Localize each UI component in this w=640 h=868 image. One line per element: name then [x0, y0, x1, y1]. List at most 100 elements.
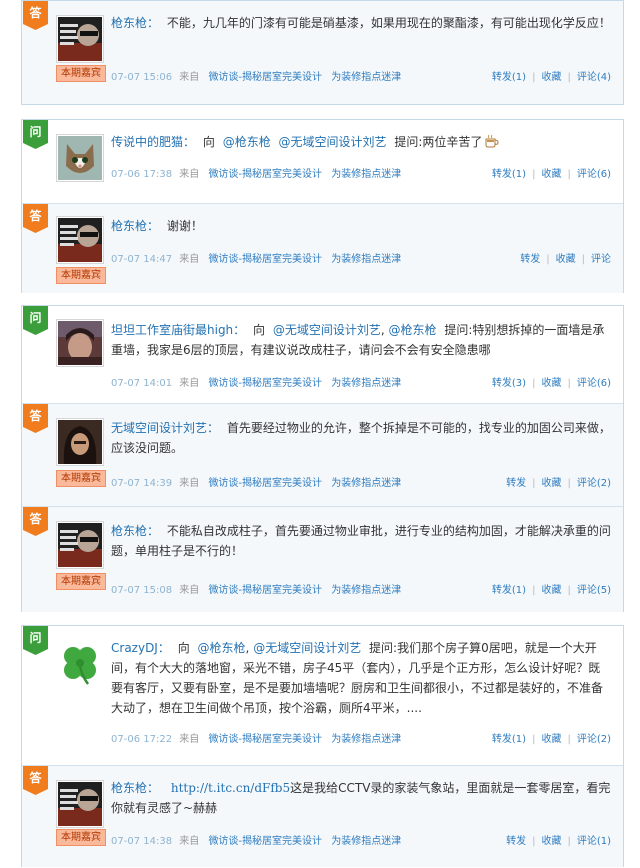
post-text: 谢谢！ [166, 219, 203, 233]
source-link-interview[interactable]: 微访谈-揭秘居室完美设计 [208, 836, 322, 847]
source-link-tips[interactable]: 为装修指点迷津 [331, 836, 401, 847]
comment-link[interactable]: 评论(4) [577, 72, 611, 83]
thread-3: 问 坦坦工作室庙街最high： 向 @无域空间设计刘艺, @枪东枪 提问:特别想… [21, 305, 624, 612]
avatar-image [58, 420, 102, 464]
avatar-crazydj[interactable] [56, 640, 104, 688]
post-time[interactable]: 07-07 14:39 [111, 478, 172, 489]
avatar-qiangdongqiang[interactable] [56, 216, 104, 264]
reply-prefix: 向 [202, 135, 215, 149]
reply-prefix: 向 [253, 323, 266, 337]
post-text: 两位辛苦了 [422, 135, 483, 149]
comment-link[interactable]: 评论(1) [577, 836, 611, 847]
post-meta: 07-07 14:38 来自 微访谈-揭秘居室完美设计 为装修指点迷津 转发 | 收… [111, 832, 611, 848]
post-time[interactable]: 07-06 17:22 [111, 734, 172, 745]
favorite-link[interactable]: 收藏 [541, 169, 561, 180]
mention-link[interactable]: @枪东枪 [223, 135, 271, 149]
post-time[interactable]: 07-06 17:38 [111, 169, 172, 180]
featured-guest-tag: 本期嘉宾 [56, 573, 106, 590]
mention-link[interactable]: @枪东枪 [389, 323, 437, 337]
comment-link[interactable]: 评论(6) [577, 169, 611, 180]
favorite-link[interactable]: 收藏 [541, 72, 561, 83]
source-label: 来自 [179, 585, 200, 596]
comment-link[interactable]: 评论(2) [577, 478, 611, 489]
favorite-link[interactable]: 收藏 [541, 585, 561, 596]
short-url-link[interactable]: http://t.itc.cn/dFfb5 [171, 781, 290, 795]
post-meta: 07-07 15:06 来自 微访谈-揭秘居室完美设计 为装修指点迷津 转发(1… [111, 68, 611, 84]
forward-link[interactable]: 转发 [520, 254, 540, 265]
author-link[interactable]: 枪东枪： [111, 781, 159, 795]
avatar-tantan-studio[interactable] [56, 319, 104, 367]
avatar-image [58, 136, 102, 180]
post-meta: 07-06 17:38 来自 微访谈-揭秘居室完美设计 为装修指点迷津 转发(1… [111, 165, 611, 181]
source-link-interview[interactable]: 微访谈-揭秘居室完美设计 [208, 478, 322, 489]
comment-link[interactable]: 评论(5) [577, 585, 611, 596]
source-link-interview[interactable]: 微访谈-揭秘居室完美设计 [208, 169, 322, 180]
avatar-liuyi[interactable] [56, 418, 104, 466]
favorite-link[interactable]: 收藏 [541, 478, 561, 489]
author-link[interactable]: 枪东枪： [111, 524, 159, 538]
source-link-interview[interactable]: 微访谈-揭秘居室完美设计 [208, 734, 322, 745]
post-time[interactable]: 07-07 14:01 [111, 378, 172, 389]
mention-link[interactable]: @无域空间设计刘艺 [253, 641, 361, 655]
source-link-interview[interactable]: 微访谈-揭秘居室完美设计 [208, 585, 322, 596]
forward-link[interactable]: 转发(1) [492, 169, 526, 180]
source-link-tips[interactable]: 为装修指点迷津 [331, 734, 401, 745]
source-link-tips[interactable]: 为装修指点迷津 [331, 72, 401, 83]
source-link-tips[interactable]: 为装修指点迷津 [331, 169, 401, 180]
avatar-qiangdongqiang[interactable] [56, 521, 104, 569]
answer-badge: 答 [23, 1, 48, 30]
answer-entry: 答 本期嘉宾 枪东枪： 谢谢！ 07-07 14:47 来自 微访谈-揭秘居室完… [22, 203, 623, 293]
author-link[interactable]: 枪东枪： [111, 16, 159, 30]
post-time[interactable]: 07-07 15:08 [111, 585, 172, 596]
favorite-link[interactable]: 收藏 [556, 254, 576, 265]
source-link-interview[interactable]: 微访谈-揭秘居室完美设计 [208, 378, 322, 389]
avatar-qiangdongqiang[interactable] [56, 780, 104, 828]
post-meta: 07-07 14:47 来自 微访谈-揭秘居室完美设计 为装修指点迷津 转发 | 收… [111, 250, 611, 266]
forward-link[interactable]: 转发(1) [492, 734, 526, 745]
mention-link[interactable]: @无域空间设计刘艺 [273, 323, 381, 337]
forward-link[interactable]: 转发(1) [492, 585, 526, 596]
favorite-link[interactable]: 收藏 [541, 734, 561, 745]
source-link-tips[interactable]: 为装修指点迷津 [331, 585, 401, 596]
author-link[interactable]: 无域空间设计刘艺： [111, 421, 219, 435]
mention-link[interactable]: @无域空间设计刘艺 [279, 135, 387, 149]
source-label: 来自 [179, 72, 200, 83]
forward-link[interactable]: 转发 [506, 478, 526, 489]
post-meta: 07-07 14:39 来自 微访谈-揭秘居室完美设计 为装修指点迷津 转发 | 收… [111, 474, 611, 490]
source-link-tips[interactable]: 为装修指点迷津 [331, 378, 401, 389]
post-time[interactable]: 07-07 14:38 [111, 836, 172, 847]
source-link-interview[interactable]: 微访谈-揭秘居室完美设计 [208, 72, 322, 83]
answer-badge: 答 [23, 766, 48, 795]
comment-link[interactable]: 评论(6) [577, 378, 611, 389]
author-link[interactable]: 枪东枪： [111, 219, 159, 233]
source-link-tips[interactable]: 为装修指点迷津 [331, 478, 401, 489]
featured-guest-tag: 本期嘉宾 [56, 829, 106, 846]
post-actions: 转发(1) | 收藏 | 评论(2) [491, 734, 611, 745]
post-actions: 转发(1) | 收藏 | 评论(4) [491, 72, 611, 83]
source-link-interview[interactable]: 微访谈-揭秘居室完美设计 [208, 254, 322, 265]
forward-link[interactable]: 转发(1) [492, 72, 526, 83]
favorite-link[interactable]: 收藏 [541, 378, 561, 389]
avatar-qiangdongqiang[interactable] [56, 15, 104, 63]
post-body: 枪东枪： http://t.itc.cn/dFfb5这是我给CCTV录的家装气象… [111, 778, 611, 818]
post-meta: 07-06 17:22 来自 微访谈-揭秘居室完美设计 为装修指点迷津 转发(1… [111, 730, 611, 746]
source-link-tips[interactable]: 为装修指点迷津 [331, 254, 401, 265]
comment-link[interactable]: 评论 [591, 254, 611, 265]
question-entry: 问 CrazyDJ： 向 @枪东枪, @无域空间设计刘艺 提问:我们那个房子算0… [22, 626, 623, 764]
post-time[interactable]: 07-07 14:47 [111, 254, 172, 265]
favorite-link[interactable]: 收藏 [541, 836, 561, 847]
post-body: 枪东枪： 不能，九几年的门漆有可能是硝基漆，如果用现在的聚酯漆，有可能出现化学反… [111, 13, 611, 33]
comment-link[interactable]: 评论(2) [577, 734, 611, 745]
post-text: 不能私自改成柱子，首先要通过物业审批，进行专业的结构加固，才能解决承重的问题，单… [111, 524, 611, 558]
post-time[interactable]: 07-07 15:06 [111, 72, 172, 83]
source-label: 来自 [179, 734, 200, 745]
question-entry: 问 传说中的肥猫： 向 @枪东枪 @无域空间设计刘艺 提问:两位辛苦了 07-0… [22, 120, 623, 202]
author-link[interactable]: 坦坦工作室庙街最high： [111, 323, 245, 337]
forward-link[interactable]: 转发(3) [492, 378, 526, 389]
avatar-fat-cat[interactable] [56, 134, 104, 182]
forward-link[interactable]: 转发 [506, 836, 526, 847]
mention-link[interactable]: @枪东枪 [198, 641, 246, 655]
author-link[interactable]: CrazyDJ： [111, 641, 170, 655]
coffee-cup-icon [485, 134, 499, 148]
author-link[interactable]: 传说中的肥猫： [111, 135, 195, 149]
